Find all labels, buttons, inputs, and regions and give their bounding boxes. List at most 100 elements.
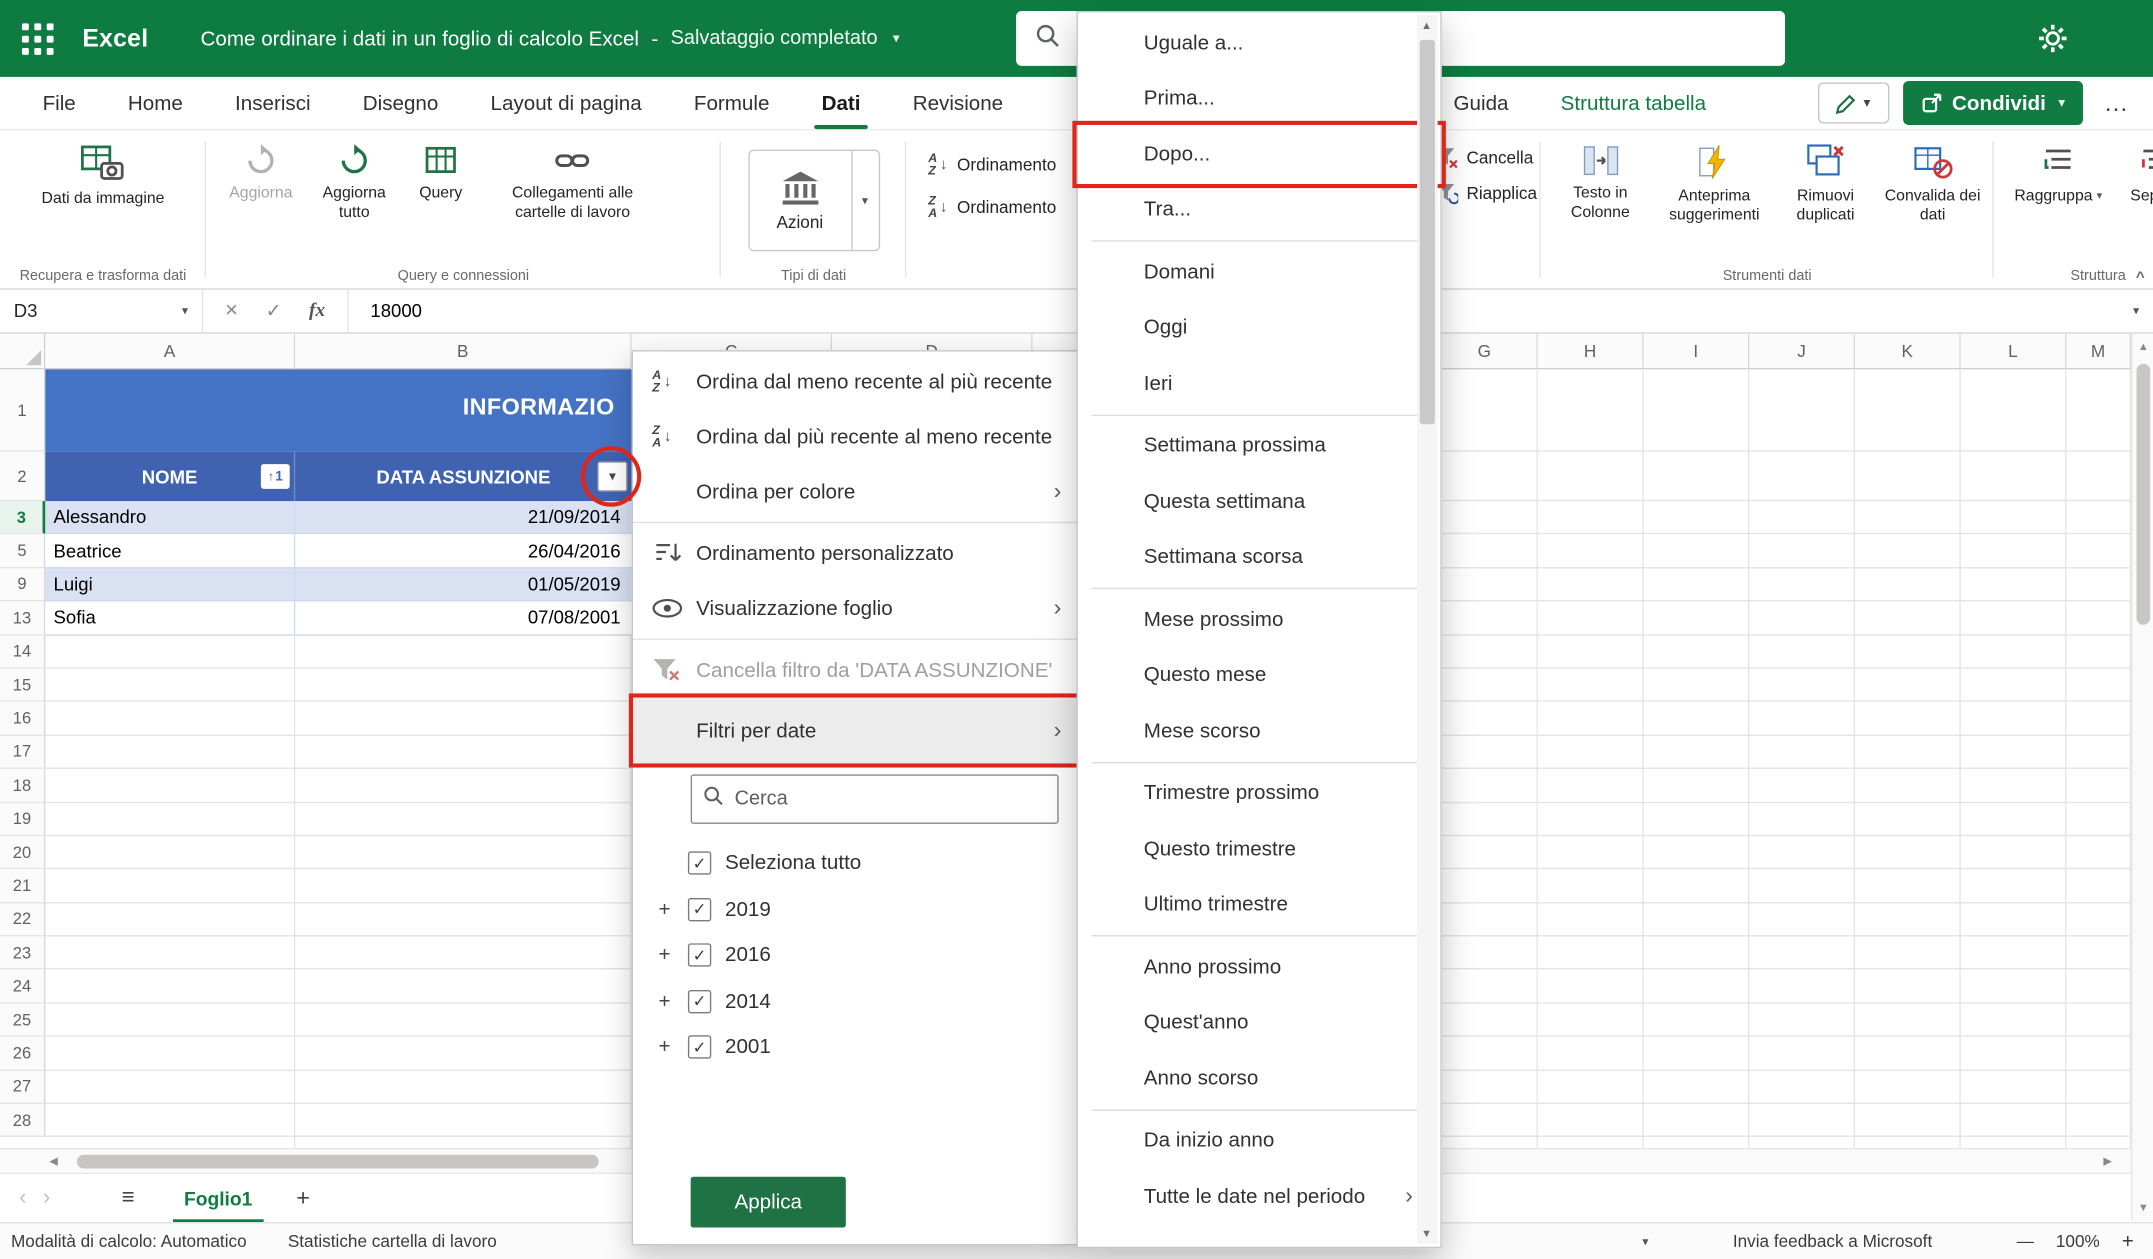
submenu-item[interactable]: ›: [1078, 1106, 1440, 1113]
row-header[interactable]: 14: [0, 635, 45, 668]
text-to-columns-button[interactable]: Testo in Colonne: [1548, 141, 1652, 226]
row-header[interactable]: 17: [0, 736, 45, 769]
submenu-item[interactable]: Questo trimestre ›: [1078, 821, 1440, 877]
submenu-item[interactable]: Trimestre prossimo ›: [1078, 765, 1440, 821]
add-sheet-icon[interactable]: +: [288, 1184, 318, 1211]
document-title[interactable]: Come ordinare i dati in un foglio di cal…: [201, 27, 900, 50]
sort-ascending-button[interactable]: AZ↓ Ordinamento: [928, 152, 1056, 178]
submenu-item[interactable]: Dopo... ›: [1078, 126, 1440, 182]
submenu-item[interactable]: Tutte le date nel periodo ›: [1078, 1168, 1440, 1224]
flash-fill-button[interactable]: Anteprima suggerimenti: [1657, 141, 1772, 229]
column-header[interactable]: I: [1644, 334, 1750, 370]
filter-year-row[interactable]: + ✓ 2014: [655, 978, 1078, 1024]
expand-formula-bar-icon[interactable]: ▾: [2133, 303, 2153, 318]
expand-plus-icon[interactable]: +: [655, 944, 674, 967]
data-validation-button[interactable]: Convalida dei dati: [1879, 141, 1986, 229]
filter-dropdown-button[interactable]: ▾: [597, 461, 627, 491]
confirm-entry-icon[interactable]: ✓: [265, 299, 281, 322]
column-header[interactable]: L: [1961, 334, 2067, 370]
ribbon-tab[interactable]: Guida: [1427, 77, 1534, 129]
submenu-item[interactable]: Ieri ›: [1078, 356, 1440, 412]
submenu-item[interactable]: ›: [1078, 585, 1440, 592]
workbook-statistics-button[interactable]: Statistiche cartella di lavoro: [288, 1232, 497, 1251]
editing-mode-button[interactable]: ▾: [1817, 82, 1888, 123]
checkbox-checked-icon[interactable]: ✓: [688, 944, 711, 967]
row-header[interactable]: 20: [0, 836, 45, 869]
column-header[interactable]: M: [2067, 334, 2132, 370]
column-header[interactable]: B: [295, 334, 631, 370]
scroll-right-icon[interactable]: ▶: [2103, 1155, 2111, 1167]
submenu-item[interactable]: Quest'anno ›: [1078, 995, 1440, 1051]
submenu-item[interactable]: Questo mese ›: [1078, 647, 1440, 703]
apply-button[interactable]: Applica: [691, 1177, 846, 1228]
checkbox-checked-icon[interactable]: ✓: [688, 1036, 711, 1059]
row-header[interactable]: 23: [0, 937, 45, 970]
submenu-item[interactable]: Anno prossimo ›: [1078, 939, 1440, 995]
collapse-ribbon-icon[interactable]: ^: [2136, 269, 2145, 285]
submenu-scrollbar[interactable]: ▲ ▼: [1417, 15, 1438, 1243]
cell-name[interactable]: Sofia: [45, 602, 295, 634]
scroll-down-icon[interactable]: ▼: [2138, 1201, 2149, 1213]
cell-date[interactable]: 07/08/2001: [295, 602, 631, 634]
zoom-in-icon[interactable]: +: [2122, 1230, 2134, 1253]
query-button[interactable]: Query: [406, 141, 475, 206]
submenu-item[interactable]: Settimana scorsa ›: [1078, 529, 1440, 585]
cell-name[interactable]: Luigi: [45, 568, 295, 600]
reapply-filter-button[interactable]: Riapplica: [1436, 183, 1537, 205]
submenu-item[interactable]: Ultimo trimestre ›: [1078, 877, 1440, 933]
cell-name[interactable]: Alessandro: [45, 501, 295, 533]
menu-item-sort-by-color[interactable]: Ordina per colore ›: [633, 464, 1078, 519]
menu-item-sheet-view[interactable]: Visualizzazione foglio ›: [633, 581, 1078, 636]
submenu-item[interactable]: Mese scorso ›: [1078, 703, 1440, 759]
zoom-level[interactable]: 100%: [2056, 1232, 2100, 1251]
scroll-up-icon[interactable]: ▲: [2138, 341, 2149, 353]
prev-sheet-icon[interactable]: ‹: [11, 1186, 35, 1211]
cell-date[interactable]: 21/09/2014: [295, 501, 631, 533]
ribbon-tab[interactable]: Struttura tabella: [1535, 77, 1733, 129]
cancel-entry-icon[interactable]: ×: [225, 299, 238, 324]
row-header[interactable]: 27: [0, 1071, 45, 1104]
expand-plus-icon[interactable]: +: [655, 898, 674, 921]
submenu-item[interactable]: Settimana prossima ›: [1078, 418, 1440, 474]
submenu-item[interactable]: Questa settimana ›: [1078, 474, 1440, 530]
row-header[interactable]: 22: [0, 903, 45, 936]
cell-date[interactable]: 01/05/2019: [295, 568, 631, 600]
workbook-links-button[interactable]: Collegamenti alle cartelle di lavoro: [481, 141, 665, 226]
ungroup-button[interactable]: Separa: [2115, 141, 2153, 209]
vertical-scrollbar[interactable]: ▲ ▼: [2131, 334, 2153, 1221]
ribbon-tab[interactable]: File: [16, 77, 101, 129]
settings-gear-icon[interactable]: [2038, 23, 2068, 60]
scroll-left-icon[interactable]: ◀: [49, 1155, 57, 1167]
refresh-all-button[interactable]: Aggiorna tutto: [308, 141, 401, 226]
ribbon-tab[interactable]: Revisione: [887, 77, 1030, 129]
column-header[interactable]: J: [1749, 334, 1855, 370]
group-button[interactable]: Raggruppa▾: [2013, 141, 2104, 209]
stocks-actions-button[interactable]: Azioni ▾: [748, 150, 880, 252]
zoom-out-icon[interactable]: —: [2017, 1232, 2034, 1251]
row-header[interactable]: 25: [0, 1004, 45, 1037]
scroll-down-icon[interactable]: ▼: [1421, 1227, 1432, 1239]
row-header[interactable]: 19: [0, 803, 45, 836]
ribbon-tab[interactable]: Home: [102, 77, 209, 129]
expand-plus-icon[interactable]: +: [655, 990, 674, 1013]
remove-duplicates-button[interactable]: Rimuovi duplicati: [1776, 141, 1875, 229]
status-dropdown-chevron-icon[interactable]: ▾: [1642, 1234, 1648, 1249]
filter-year-row[interactable]: + ✓ 2016: [655, 932, 1078, 978]
menu-item-sort-newest-oldest[interactable]: ZA↓ Ordina dal più recente al meno recen…: [633, 409, 1078, 464]
row-header[interactable]: 5: [0, 535, 45, 568]
sheet-tab-foglio1[interactable]: Foglio1: [168, 1174, 269, 1222]
submenu-item[interactable]: ›: [1078, 411, 1440, 418]
feedback-link[interactable]: Invia feedback a Microsoft: [1733, 1232, 1932, 1251]
row-header[interactable]: 15: [0, 669, 45, 702]
formula-input[interactable]: 18000: [348, 301, 422, 322]
filter-year-row[interactable]: + ✓ 2019: [655, 886, 1078, 932]
header-cell-nome[interactable]: NOME ↑ 1: [45, 452, 295, 501]
calc-mode-status[interactable]: Modalità di calcolo: Automatico: [11, 1232, 247, 1251]
menu-item-date-filters[interactable]: Filtri per date ›: [633, 698, 1078, 764]
submenu-item[interactable]: ›: [1078, 932, 1440, 939]
submenu-item[interactable]: ›: [1078, 238, 1440, 245]
ribbon-tab[interactable]: Dati: [796, 77, 887, 129]
filter-year-row[interactable]: + ✓ 2001: [655, 1024, 1078, 1070]
row-header[interactable]: 16: [0, 702, 45, 735]
submenu-item[interactable]: Oggi ›: [1078, 300, 1440, 356]
